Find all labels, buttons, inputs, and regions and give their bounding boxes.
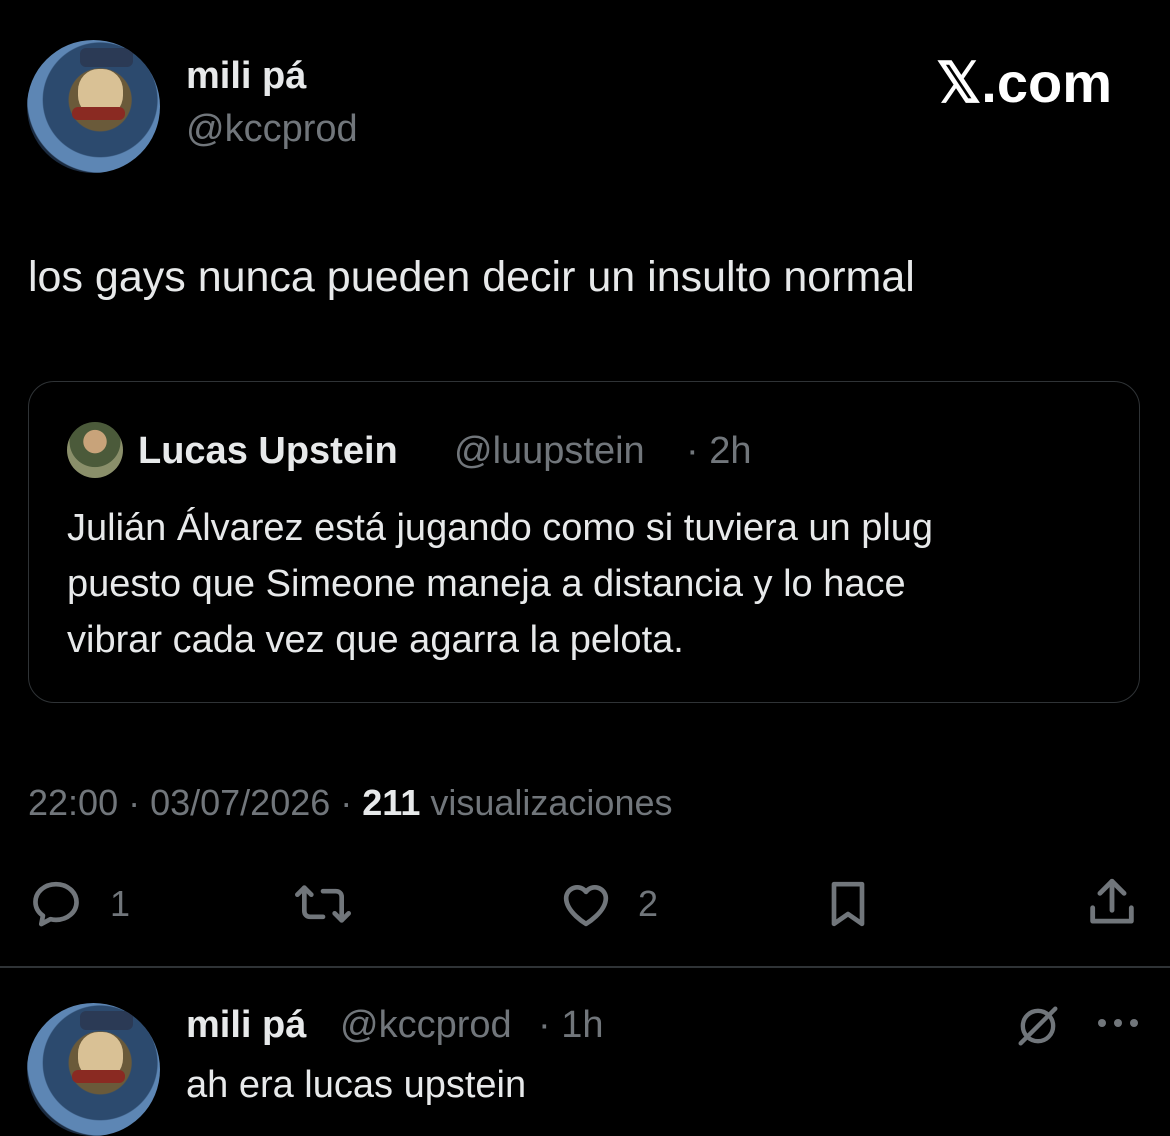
author-avatar[interactable] (27, 40, 160, 173)
x-logo: 𝕏.com (936, 51, 1112, 114)
quoted-text-line-2: puesto que Simeone maneja a distancia y … (67, 563, 906, 605)
quoted-author-avatar[interactable] (67, 422, 123, 478)
quoted-author-handle[interactable]: @luupstein (454, 430, 645, 473)
more-button[interactable] (1094, 1008, 1142, 1038)
bookmark-icon (818, 876, 878, 932)
retweet-button[interactable] (290, 876, 356, 932)
author-name[interactable]: mili pá (186, 55, 306, 98)
reply-author-name[interactable]: mili pá (186, 1004, 306, 1047)
quoted-text-line-3: vibrar cada vez que agarra la pelota. (67, 619, 684, 661)
reply-icon (28, 876, 84, 932)
quoted-time: · 2h (686, 430, 752, 472)
views-count: 211 (362, 782, 421, 823)
tweet-meta: 22:00 · 03/07/2026 · 211 visualizaciones (28, 782, 672, 824)
views-label: visualizaciones (430, 782, 673, 823)
heart-icon (556, 876, 616, 932)
grok-icon (1012, 1000, 1064, 1052)
like-button[interactable]: 2 (556, 876, 658, 932)
reply-author-avatar[interactable] (27, 1003, 160, 1136)
quoted-author-name[interactable]: Lucas Upstein (138, 430, 398, 473)
quoted-text-line-1: Julián Álvarez está jugando como si tuvi… (67, 507, 934, 549)
more-icon (1094, 1008, 1142, 1038)
reply-count: 1 (110, 883, 131, 924)
reply-time: · 1h (538, 1004, 604, 1046)
share-button[interactable] (1082, 874, 1142, 932)
retweet-icon (290, 876, 356, 932)
like-count: 2 (638, 883, 659, 924)
author-handle[interactable]: @kccprod (186, 108, 358, 151)
divider (0, 966, 1170, 968)
grok-button[interactable] (1012, 1000, 1064, 1052)
tweet-text: los gays nunca pueden decir un insulto n… (28, 253, 915, 301)
reply-button[interactable]: 1 (28, 876, 130, 932)
share-icon (1082, 874, 1142, 932)
tweet-timestamp[interactable]: 22:00 · 03/07/2026 · (28, 782, 352, 823)
bookmark-button[interactable] (818, 876, 878, 932)
reply-author-handle[interactable]: @kccprod (340, 1004, 512, 1047)
reply-text: ah era lucas upstein (186, 1064, 527, 1106)
